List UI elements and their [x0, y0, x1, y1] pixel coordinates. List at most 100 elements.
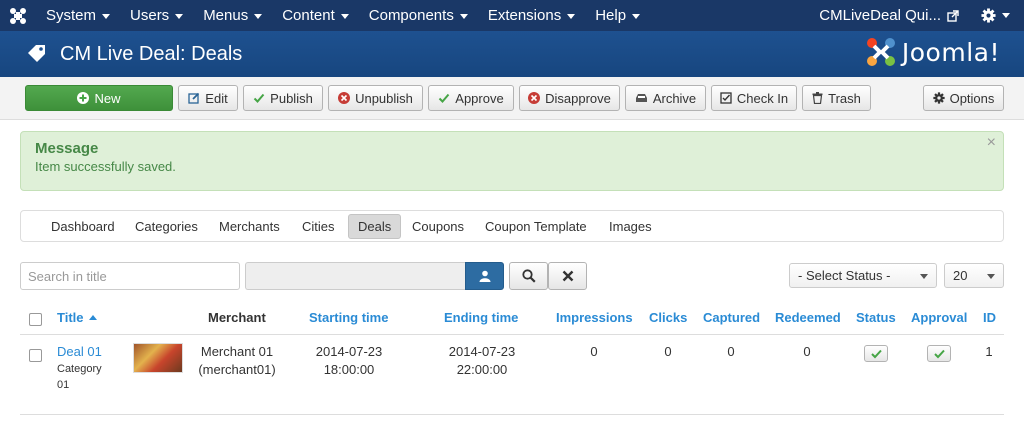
- submenu-categories[interactable]: Categories: [126, 214, 207, 239]
- submenu-images[interactable]: Images: [600, 214, 661, 239]
- gear-icon: [932, 92, 945, 104]
- caret-down-icon: [920, 274, 928, 279]
- check-icon: [870, 349, 882, 358]
- column-label: Title: [57, 310, 84, 325]
- column-id[interactable]: ID: [983, 310, 996, 325]
- success-message: Message Item successfully saved. ×: [20, 131, 1004, 191]
- remove-circle-icon: [338, 92, 351, 104]
- joomla-logo-icon: [866, 38, 895, 66]
- menu-help[interactable]: Help: [585, 0, 650, 31]
- close-icon[interactable]: ×: [987, 135, 996, 151]
- unpublish-button[interactable]: Unpublish: [328, 85, 423, 111]
- column-ending-time[interactable]: Ending time: [444, 310, 518, 325]
- column-clicks[interactable]: Clicks: [649, 310, 687, 325]
- caret-down-icon: [340, 14, 349, 19]
- submenu-dashboard[interactable]: Dashboard: [42, 214, 124, 239]
- publish-button[interactable]: Publish: [243, 85, 323, 111]
- menu-content[interactable]: Content: [272, 0, 359, 31]
- select-author-button[interactable]: [465, 262, 504, 290]
- new-button[interactable]: New: [25, 85, 173, 111]
- site-link[interactable]: CMLiveDeal Qui...: [811, 7, 967, 24]
- archive-button[interactable]: Archive: [625, 85, 706, 111]
- plus-circle-icon: [77, 92, 90, 104]
- deal-thumbnail[interactable]: [133, 343, 183, 373]
- column-status[interactable]: Status: [856, 310, 896, 325]
- select-value: - Select Status -: [798, 268, 891, 283]
- search-input[interactable]: [20, 262, 240, 290]
- column-captured[interactable]: Captured: [703, 310, 760, 325]
- check-icon: [253, 92, 265, 104]
- user-settings-menu[interactable]: [967, 8, 1024, 23]
- author-filter-field[interactable]: [245, 262, 466, 290]
- button-label: Disapprove: [545, 90, 611, 106]
- deal-category-line2: 01: [57, 379, 70, 391]
- approval-toggle[interactable]: [927, 345, 951, 362]
- caret-down-icon: [632, 14, 641, 19]
- remove-circle-icon: [528, 92, 541, 104]
- column-approval[interactable]: Approval: [911, 310, 967, 325]
- ending-time-cell: 2014-07-23 22:00:00: [443, 343, 521, 379]
- caret-down-icon: [1002, 13, 1010, 18]
- list-limit-select[interactable]: 20: [944, 263, 1004, 288]
- disapprove-button[interactable]: Disapprove: [519, 85, 620, 111]
- button-label: Archive: [652, 90, 697, 106]
- search-button[interactable]: [509, 262, 548, 290]
- sort-asc-icon: [88, 315, 97, 320]
- options-button[interactable]: Options: [923, 85, 1004, 111]
- column-merchant: Merchant: [208, 310, 266, 325]
- menu-label: Extensions: [487, 7, 562, 24]
- column-redeemed[interactable]: Redeemed: [775, 310, 841, 325]
- caret-down-icon: [567, 14, 576, 19]
- approve-button[interactable]: Approve: [428, 85, 514, 111]
- column-impressions[interactable]: Impressions: [556, 310, 633, 325]
- select-all-checkbox[interactable]: [29, 313, 42, 326]
- end-time: 22:00:00: [456, 362, 508, 377]
- submenu-merchants[interactable]: Merchants: [210, 214, 289, 239]
- tag-icon: [26, 43, 48, 65]
- button-label: Edit: [205, 90, 228, 106]
- trash-icon: [812, 92, 823, 104]
- clicks-cell: 0: [664, 344, 672, 359]
- menu-users[interactable]: Users: [120, 0, 193, 31]
- clear-button[interactable]: [548, 262, 587, 290]
- check-icon: [933, 349, 945, 358]
- page-header: CM Live Deal: Deals Joomla!: [0, 31, 1024, 77]
- menu-components[interactable]: Components: [359, 0, 478, 31]
- top-navbar: System Users Menus Content Components Ex…: [0, 0, 1024, 31]
- page-title: CM Live Deal: Deals: [60, 42, 243, 65]
- check-in-button[interactable]: Check In: [711, 85, 797, 111]
- column-title[interactable]: Title: [57, 310, 97, 325]
- end-date: 2014-07-23: [448, 344, 516, 359]
- column-starting-time[interactable]: Starting time: [309, 310, 388, 325]
- menu-system[interactable]: System: [36, 0, 120, 31]
- submenu-coupons[interactable]: Coupons: [403, 214, 473, 239]
- deal-title-link[interactable]: Deal 01: [57, 343, 102, 361]
- button-label: Trash: [828, 90, 861, 106]
- merchant-name: Merchant 01: [200, 344, 274, 359]
- caret-down-icon: [102, 14, 111, 19]
- caret-down-icon: [459, 14, 468, 19]
- start-date: 2014-07-23: [315, 344, 383, 359]
- select-value: 20: [953, 268, 968, 283]
- main-menu: System Users Menus Content Components Ex…: [36, 0, 650, 31]
- status-select[interactable]: - Select Status -: [789, 263, 937, 288]
- submenu-deals[interactable]: Deals: [348, 214, 402, 239]
- menu-label: Components: [368, 7, 454, 24]
- menu-label: Help: [595, 7, 627, 24]
- trash-button[interactable]: Trash: [802, 85, 871, 111]
- joomla-wordmark: Joomla!: [901, 37, 1000, 67]
- deals-table: Title Merchant Starting time Ending time…: [20, 302, 1004, 415]
- status-toggle[interactable]: [864, 345, 888, 362]
- search-icon: [521, 269, 536, 283]
- menu-menus[interactable]: Menus: [193, 0, 272, 31]
- row-checkbox[interactable]: [29, 349, 42, 362]
- joomla-logo-icon[interactable]: [0, 0, 36, 31]
- submenu-cities[interactable]: Cities: [293, 214, 344, 239]
- site-name: CMLiveDeal Qui...: [819, 7, 941, 24]
- button-label: Options: [949, 90, 995, 106]
- menu-extensions[interactable]: Extensions: [478, 0, 585, 31]
- button-label: Check In: [736, 90, 789, 106]
- submenu-coupon-template[interactable]: Coupon Template: [476, 214, 596, 239]
- edit-button[interactable]: Edit: [178, 85, 238, 111]
- button-label: Publish: [270, 90, 313, 106]
